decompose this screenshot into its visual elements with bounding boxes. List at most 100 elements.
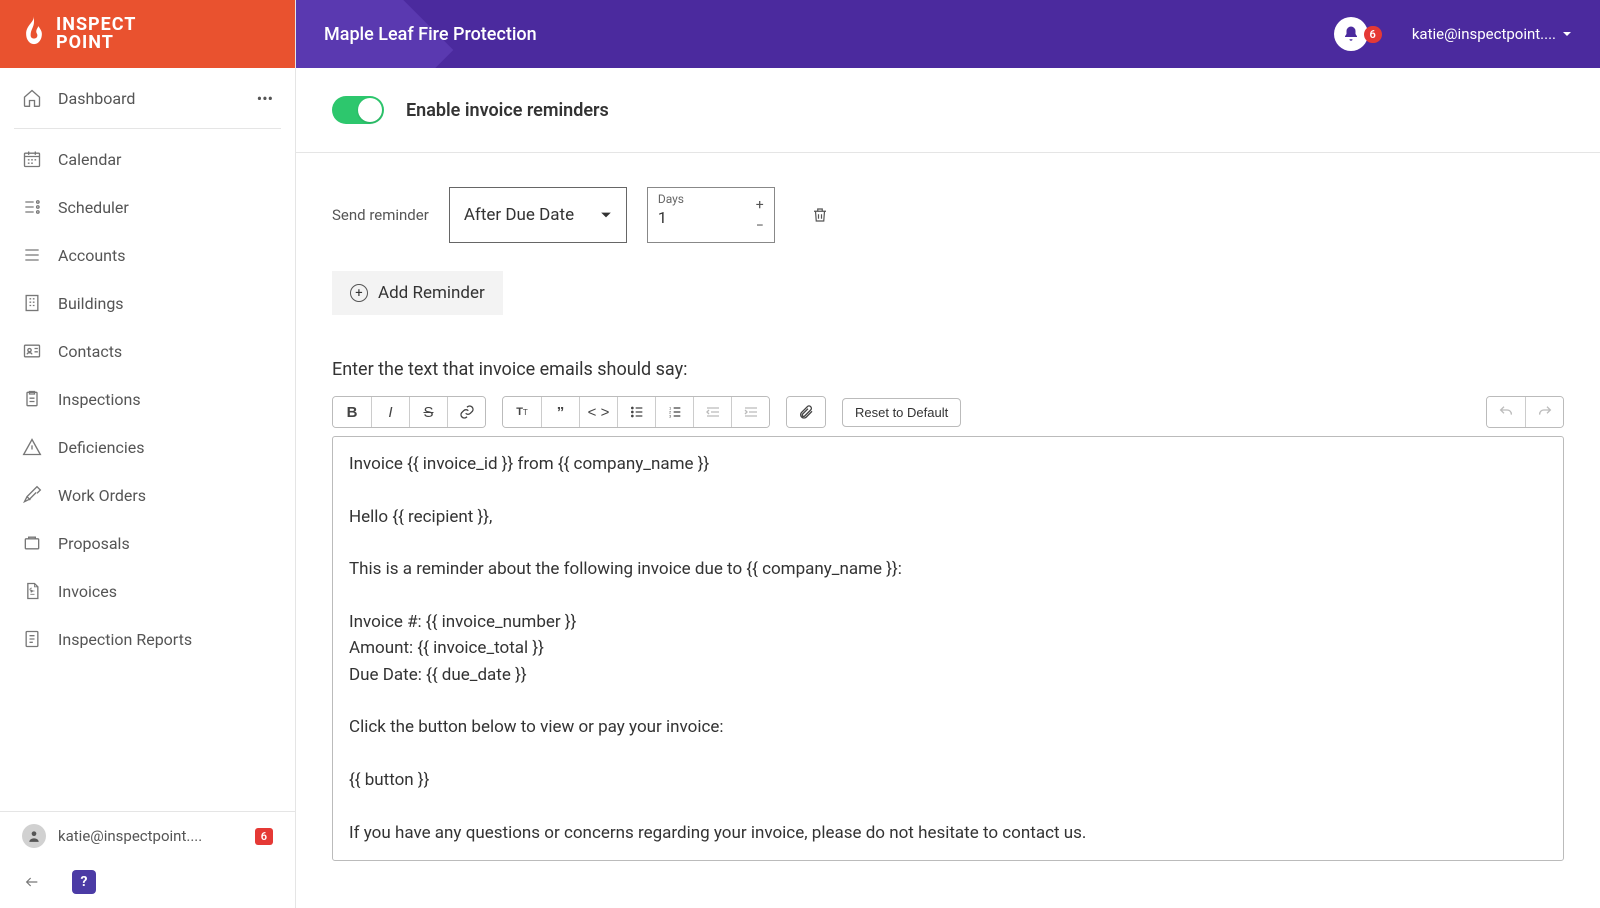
main: Maple Leaf Fire Protection 6 katie@inspe… <box>296 0 1600 908</box>
bullet-list-icon <box>629 404 645 420</box>
sidebar-item-proposals[interactable]: Proposals <box>0 519 295 567</box>
days-input[interactable]: Days 1 + − <box>647 187 775 243</box>
sidebar-item-work-orders[interactable]: Work Orders <box>0 471 295 519</box>
add-reminder-label: Add Reminder <box>378 283 485 303</box>
notifications-button[interactable]: 6 <box>1334 17 1382 51</box>
sidebar-item-calendar[interactable]: Calendar <box>0 135 295 183</box>
sidebar-item-inspections[interactable]: Inspections <box>0 375 295 423</box>
numbered-list-button[interactable]: 123 <box>655 397 693 427</box>
italic-button[interactable]: I <box>371 397 409 427</box>
sidebar-nav: Dashboard ••• Calendar Scheduler Account… <box>0 68 295 811</box>
link-button[interactable] <box>447 397 485 427</box>
indent-icon <box>743 404 759 420</box>
email-body-editor[interactable]: Invoice {{ invoice_id }} from {{ company… <box>332 436 1564 861</box>
sidebar-item-label: Calendar <box>58 150 121 169</box>
sidebar-item-label: Scheduler <box>58 198 129 217</box>
sidebar-item-accounts[interactable]: Accounts <box>0 231 295 279</box>
undo-button[interactable] <box>1487 397 1525 427</box>
chevron-down-icon <box>1562 29 1572 39</box>
collapse-sidebar-button[interactable] <box>22 874 42 890</box>
redo-icon <box>1537 404 1553 420</box>
redo-button[interactable] <box>1525 397 1563 427</box>
sidebar-item-label: Accounts <box>58 246 125 265</box>
dots-icon[interactable]: ••• <box>257 89 273 108</box>
sidebar-footer: katie@inspectpoint.... 6 ? <box>0 811 295 908</box>
accounts-icon <box>22 245 42 265</box>
flame-icon <box>20 16 48 52</box>
svg-text:3: 3 <box>669 413 672 418</box>
sidebar-item-label: Dashboard <box>58 89 135 108</box>
outdent-button[interactable] <box>693 397 731 427</box>
sidebar-item-label: Buildings <box>58 294 124 313</box>
sidebar-user-row[interactable]: katie@inspectpoint.... 6 <box>0 812 295 860</box>
help-button[interactable]: ? <box>72 870 96 894</box>
sidebar-item-deficiencies[interactable]: Deficiencies <box>0 423 295 471</box>
avatar-icon <box>22 824 46 848</box>
sidebar-item-contacts[interactable]: Contacts <box>0 327 295 375</box>
paperclip-icon <box>798 404 814 420</box>
chevron-down-icon <box>600 209 612 221</box>
sidebar-item-label: Inspection Reports <box>58 630 192 649</box>
delete-reminder-button[interactable] <box>811 205 829 225</box>
calendar-icon <box>22 149 42 169</box>
home-icon <box>22 88 42 108</box>
enable-reminders-toggle[interactable] <box>332 96 384 124</box>
quote-button[interactable]: ” <box>541 397 579 427</box>
bullet-list-button[interactable] <box>617 397 655 427</box>
days-label: Days <box>658 192 684 206</box>
brand-line2: POINT <box>56 34 136 52</box>
page-title: Maple Leaf Fire Protection <box>324 24 537 45</box>
reports-icon <box>22 629 42 649</box>
bell-icon <box>1342 25 1360 43</box>
numbered-list-icon: 123 <box>667 404 683 420</box>
deficiencies-icon <box>22 437 42 457</box>
sidebar-item-label: Contacts <box>58 342 122 361</box>
content: Enable invoice reminders Send reminder A… <box>296 68 1600 908</box>
logo: INSPECT POINT <box>20 16 136 52</box>
days-increment[interactable]: + <box>756 198 764 212</box>
timing-value: After Due Date <box>464 205 574 225</box>
send-reminder-label: Send reminder <box>332 206 429 224</box>
strike-button[interactable]: S <box>409 397 447 427</box>
user-menu[interactable]: katie@inspectpoint.... <box>1412 25 1572 43</box>
notif-count: 6 <box>1364 26 1382 43</box>
editor-section-label: Enter the text that invoice emails shoul… <box>332 359 1564 380</box>
editor-toolbar: B I S TT ” < > <box>332 396 1564 428</box>
reminder-row: Send reminder After Due Date Days 1 + − <box>332 187 1564 243</box>
proposals-icon <box>22 533 42 553</box>
outdent-icon <box>705 404 721 420</box>
sidebar-item-buildings[interactable]: Buildings <box>0 279 295 327</box>
trash-icon <box>811 205 829 225</box>
sidebar-user-email: katie@inspectpoint.... <box>58 827 243 845</box>
contacts-icon <box>22 341 42 361</box>
bold-button[interactable]: B <box>333 397 371 427</box>
scheduler-icon <box>22 197 42 217</box>
sidebar-notif-badge: 6 <box>255 828 273 845</box>
user-email: katie@inspectpoint.... <box>1412 25 1556 43</box>
indent-button[interactable] <box>731 397 769 427</box>
work-orders-icon <box>22 485 42 505</box>
sidebar-divider <box>14 128 281 129</box>
reset-default-button[interactable]: Reset to Default <box>842 398 961 427</box>
add-reminder-button[interactable]: + Add Reminder <box>332 271 503 315</box>
sidebar-item-label: Deficiencies <box>58 438 144 457</box>
timing-select[interactable]: After Due Date <box>449 187 627 243</box>
sidebar-item-label: Work Orders <box>58 486 146 505</box>
sidebar-item-scheduler[interactable]: Scheduler <box>0 183 295 231</box>
sidebar-item-label: Inspections <box>58 390 141 409</box>
sidebar: INSPECT POINT Dashboard ••• Calendar Sch… <box>0 0 296 908</box>
sidebar-item-invoices[interactable]: Invoices <box>0 567 295 615</box>
toggle-label: Enable invoice reminders <box>406 100 609 121</box>
plus-icon: + <box>350 284 368 302</box>
sidebar-item-dashboard[interactable]: Dashboard ••• <box>0 74 295 122</box>
heading-button[interactable]: TT <box>503 397 541 427</box>
code-button[interactable]: < > <box>579 397 617 427</box>
buildings-icon <box>22 293 42 313</box>
attach-button[interactable] <box>787 397 825 427</box>
sidebar-item-reports[interactable]: Inspection Reports <box>0 615 295 663</box>
days-decrement[interactable]: − <box>756 219 764 233</box>
brand-header: INSPECT POINT <box>0 0 295 68</box>
sidebar-item-label: Invoices <box>58 582 117 601</box>
topbar: Maple Leaf Fire Protection 6 katie@inspe… <box>296 0 1600 68</box>
sidebar-item-label: Proposals <box>58 534 130 553</box>
